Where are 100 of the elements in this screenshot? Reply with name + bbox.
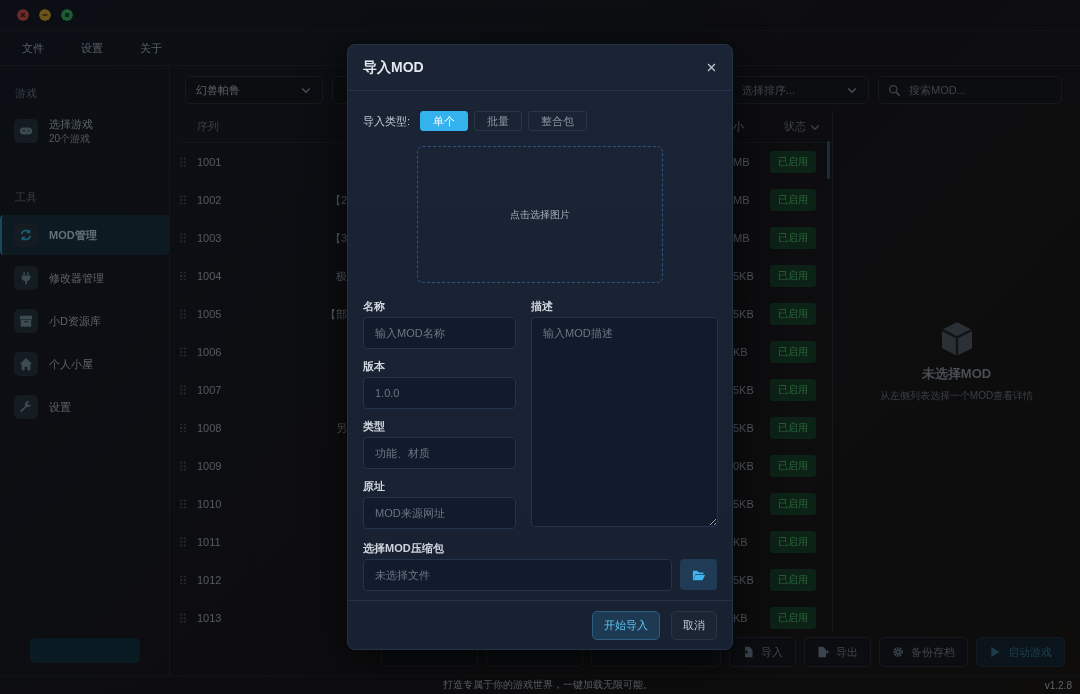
table-cell-text: 1001: [197, 156, 223, 168]
gear-icon: [892, 646, 904, 658]
dialog-title: 导入MOD: [363, 58, 424, 77]
file-import-icon: [742, 646, 754, 658]
archive-icon: [19, 314, 33, 328]
table-cell-text: 5KB: [733, 270, 755, 282]
table-cell-text: 0KB: [733, 460, 755, 472]
maximize-button[interactable]: [61, 9, 73, 21]
drag-handle-icon: [180, 497, 186, 511]
input-field[interactable]: 功能、材质: [363, 437, 516, 469]
table-cell-text: 1011: [197, 536, 222, 548]
status-badge: 已启用: [770, 607, 816, 629]
status-badge: 已启用: [770, 189, 816, 211]
table-cell-text: KB: [733, 536, 749, 548]
scrollbar[interactable]: [827, 141, 830, 179]
table-cell-text: 5KB: [733, 308, 755, 320]
input-field[interactable]: 1.0.0: [363, 377, 516, 409]
drag-handle-icon: [180, 155, 186, 169]
status-badge: 已启用: [770, 151, 816, 173]
image-dropzone[interactable]: 点击选择图片: [417, 146, 663, 283]
status-badge: 已启用: [770, 227, 816, 249]
field-label: 名称: [363, 299, 386, 314]
table-cell-text: 1002: [197, 194, 223, 206]
drag-handle-icon: [180, 421, 186, 435]
close-button[interactable]: [706, 62, 717, 73]
table-cell-text: 1005: [197, 308, 223, 320]
sidebar-item[interactable]: 设置: [0, 387, 169, 427]
drag-handle-icon: [180, 459, 186, 473]
menu-item[interactable]: 设置: [81, 40, 103, 56]
menu-item[interactable]: 文件: [22, 40, 44, 56]
status-badge: 已启用: [770, 265, 816, 287]
empty-title: 未选择MOD: [921, 365, 992, 383]
play-icon: [989, 646, 1001, 658]
table-cell-text: 1009: [197, 460, 223, 472]
drag-handle-icon: [180, 573, 186, 587]
browse-button[interactable]: [680, 559, 717, 590]
type-label: 导入类型:: [363, 113, 411, 129]
description-field[interactable]: 输入MOD描述: [531, 317, 718, 527]
column-header: 小: [733, 119, 745, 134]
table-cell-text: 5KB: [733, 384, 755, 396]
status-badge: 已启用: [770, 417, 816, 439]
drag-handle-icon: [180, 307, 186, 321]
file-field[interactable]: 未选择文件: [363, 559, 672, 591]
close-icon: [706, 62, 717, 73]
cancel-button[interactable]: 取消: [671, 610, 717, 640]
table-cell-text: MB: [733, 194, 751, 206]
table-cell-text: KB: [733, 346, 749, 358]
minimize-button[interactable]: [39, 9, 51, 21]
search-icon: [888, 83, 901, 97]
table-cell-text: 5KB: [733, 574, 755, 586]
drag-handle-icon: [180, 535, 186, 549]
drag-handle-icon: [180, 345, 186, 359]
sidebar-item[interactable]: 选择游戏 20个游戏: [0, 111, 169, 151]
field-label: 版本: [363, 359, 386, 374]
drag-handle-icon: [180, 193, 186, 207]
wrench-icon: [19, 400, 33, 414]
sidebar-item[interactable]: 修改器管理: [0, 258, 169, 298]
status-badge: 已启用: [770, 379, 816, 401]
sidebar-item[interactable]: MOD管理: [0, 215, 169, 255]
sidebar-item[interactable]: 小D资源库: [0, 301, 169, 341]
drag-handle-icon: [180, 611, 186, 625]
home-icon: [19, 357, 33, 371]
table-cell-text: 1007: [197, 384, 223, 396]
field-label: 原址: [363, 479, 386, 494]
type-tab[interactable]: 整合包: [528, 111, 588, 131]
input-field[interactable]: 输入MOD名称: [363, 317, 516, 349]
status-badge: 已启用: [770, 303, 816, 325]
sidebar-item[interactable]: 个人小屋: [0, 344, 169, 384]
menu-item[interactable]: 关于: [140, 40, 162, 56]
table-cell-text: 1013: [197, 612, 223, 624]
status-badge: 已启用: [770, 455, 816, 477]
table-cell-text: 5KB: [733, 498, 755, 510]
status-badge: 已启用: [770, 341, 816, 363]
table-cell-text: 1008: [197, 422, 223, 434]
table-cell-text: 极: [335, 268, 347, 284]
type-tab[interactable]: 单个: [420, 111, 469, 131]
status-badge: 已启用: [770, 531, 816, 553]
field-label: 类型: [363, 419, 386, 434]
type-tab[interactable]: 批量: [474, 111, 523, 131]
table-cell-text: 1004: [197, 270, 223, 282]
input-field[interactable]: MOD来源网址: [363, 497, 516, 529]
field-label: 选择MOD压缩包: [363, 541, 445, 556]
version-label: v1.2.8: [1044, 679, 1072, 691]
status-badge: 已启用: [770, 569, 816, 591]
drag-handle-icon: [180, 231, 186, 245]
status-badge: 已启用: [770, 493, 816, 515]
table-cell-text: 5KB: [733, 422, 755, 434]
table-cell-text: 1006: [197, 346, 223, 358]
table-cell-text: MB: [733, 156, 751, 168]
file-export-icon: [817, 646, 829, 658]
drag-handle-icon: [180, 269, 186, 283]
table-cell-text: MB: [733, 232, 751, 244]
table-cell-text: 1010: [197, 498, 223, 510]
game-select[interactable]: 幻兽帕鲁: [185, 76, 323, 104]
plug-icon: [19, 271, 33, 285]
import-button[interactable]: 开始导入: [592, 610, 660, 640]
table-cell-text: 1012: [197, 574, 223, 586]
table-cell-text: 1003: [197, 232, 223, 244]
field-label: 描述: [531, 299, 554, 314]
drag-handle-icon: [180, 383, 186, 397]
